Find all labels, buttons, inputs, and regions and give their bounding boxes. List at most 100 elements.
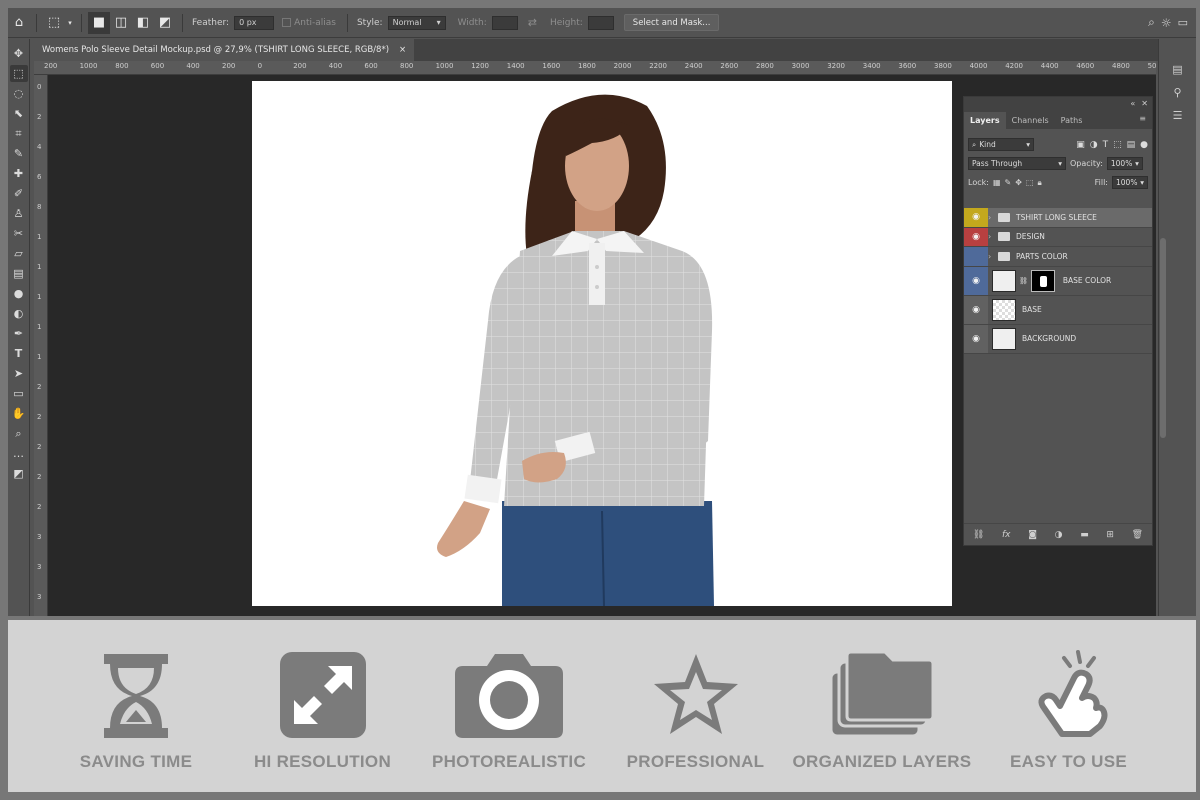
eye-icon[interactable]: ◉ (964, 324, 988, 353)
tab-layers[interactable]: Layers (964, 112, 1006, 129)
search-icon[interactable]: ⌕ (1148, 15, 1155, 30)
path-selection-tool-icon[interactable]: ➤ (10, 365, 28, 382)
hand-tool-icon[interactable]: ✋ (10, 405, 28, 422)
crop-tool-icon[interactable]: ⌗ (10, 125, 28, 142)
gradient-tool-icon[interactable]: ▤ (10, 265, 28, 282)
home-icon[interactable]: ⌂ (8, 12, 30, 34)
eye-icon[interactable]: ◉ (964, 208, 988, 227)
add-selection-icon[interactable]: ◫ (110, 12, 132, 34)
marquee-tool-preset-icon[interactable]: ⬚ (43, 12, 65, 34)
blend-mode-select[interactable]: Pass Through ▾ (968, 157, 1066, 170)
properties-icon[interactable]: ▤ (1172, 63, 1182, 76)
eye-hidden-icon[interactable] (964, 247, 988, 266)
marquee-tool-icon[interactable]: ⬚ (9, 65, 28, 82)
layer-row[interactable]: ◉ BASE (964, 295, 1152, 325)
swap-dimensions-icon[interactable]: ⇄ (528, 16, 537, 29)
width-input[interactable] (491, 15, 518, 30)
link-layers-icon[interactable]: ⛓ (973, 530, 984, 540)
pen-tool-icon[interactable]: ✒ (10, 325, 28, 342)
filter-toggle-icon[interactable]: ● (1140, 140, 1148, 150)
add-mask-icon[interactable]: ◙ (1028, 530, 1037, 540)
fill-input[interactable]: 100% ▾ (1112, 176, 1148, 189)
adjustments-icon[interactable]: ☰ (1173, 109, 1183, 122)
shape-filter-icon[interactable]: ⬚ (1113, 140, 1122, 150)
brush-tool-icon[interactable]: ✐ (10, 185, 28, 202)
close-icon[interactable]: ✕ (1141, 99, 1148, 108)
folder-icon (998, 212, 1010, 222)
new-layer-icon[interactable]: ⊞ (1106, 530, 1114, 540)
new-selection-icon[interactable]: ■ (88, 11, 110, 34)
eraser-tool-icon[interactable]: ▱ (10, 245, 28, 262)
document-tab[interactable]: Womens Polo Sleeve Detail Mockup.psd @ 2… (34, 39, 415, 61)
collapse-icon[interactable]: « (1130, 99, 1135, 108)
color-swatches-icon[interactable]: ◩ (10, 465, 28, 482)
document-canvas[interactable] (252, 81, 952, 606)
layer-row[interactable]: ◉ › TSHIRT LONG SLEECE (964, 208, 1152, 228)
adjustment-layer-icon[interactable]: ◑ (1055, 530, 1063, 540)
object-selection-tool-icon[interactable]: ⬉ (10, 105, 28, 122)
panel-menu-icon[interactable]: ≡ (1133, 110, 1152, 129)
eyedropper-tool-icon[interactable]: ✎ (10, 145, 28, 162)
opacity-label: Opacity: (1070, 159, 1103, 168)
style-value: Normal (392, 18, 422, 27)
vertical-scrollbar[interactable] (1160, 238, 1166, 438)
tab-channels[interactable]: Channels (1006, 112, 1055, 129)
lock-all-icon[interactable]: 🔒︎ (1037, 178, 1041, 188)
brightness-icon[interactable]: ☼ (1161, 16, 1172, 30)
layer-mask-thumbnail[interactable] (1030, 269, 1055, 292)
lock-position-icon[interactable]: ✥ (1015, 178, 1022, 187)
layer-row[interactable]: ◉ › DESIGN (964, 227, 1152, 247)
type-tool-icon[interactable]: T (10, 345, 28, 362)
filter-kind-select[interactable]: ⌕ Kind ▾ (968, 138, 1034, 151)
feather-input[interactable]: 0 px (234, 15, 275, 30)
layer-thumbnail (992, 327, 1016, 350)
chevron-down-icon: ▾ (436, 18, 441, 27)
opacity-input[interactable]: 100% ▾ (1106, 157, 1143, 170)
eye-icon[interactable]: ◉ (964, 295, 988, 324)
fx-icon[interactable]: fx (1002, 530, 1011, 540)
close-icon[interactable]: × (399, 45, 406, 55)
tap-hand-icon (1024, 650, 1114, 740)
mask-link-icon[interactable]: ⛓ (1019, 277, 1028, 285)
lock-transparent-icon[interactable]: ▦ (993, 178, 1001, 187)
lasso-tool-icon[interactable]: ◌ (10, 85, 28, 102)
move-tool-icon[interactable]: ✥ (10, 45, 28, 62)
smart-object-filter-icon[interactable]: ▤ (1127, 140, 1136, 150)
zoom-tool-icon[interactable]: ⌕ (10, 425, 28, 442)
eye-icon[interactable]: ◉ (964, 266, 988, 295)
clone-stamp-tool-icon[interactable]: ♙ (10, 205, 28, 222)
eye-icon[interactable]: ◉ (964, 227, 988, 246)
dodge-tool-icon[interactable]: ◐ (10, 305, 28, 322)
intersect-selection-icon[interactable]: ◩ (154, 12, 176, 34)
type-filter-icon[interactable]: T (1103, 140, 1109, 150)
lock-image-icon[interactable]: ✎ (1005, 178, 1012, 187)
layer-row[interactable]: ◉ ⛓ BASE COLOR (964, 266, 1152, 296)
chevron-down-icon[interactable]: ▾ (65, 12, 75, 34)
subtract-selection-icon[interactable]: ◧ (132, 12, 154, 34)
workspace-icon[interactable]: ▭ (1178, 16, 1188, 29)
antialias-checkbox[interactable] (282, 18, 292, 27)
delete-layer-icon[interactable]: 🗑︎ (1132, 530, 1143, 540)
lock-artboard-icon[interactable]: ⬚ (1026, 178, 1034, 187)
ruler-tick-label: 3 (37, 563, 42, 571)
style-select[interactable]: Normal ▾ (387, 15, 446, 30)
stamp-icon[interactable]: ⚲ (1173, 86, 1181, 99)
height-input[interactable] (587, 15, 614, 30)
blur-tool-icon[interactable]: ● (10, 285, 28, 302)
adjustment-filter-icon[interactable]: ◑ (1090, 140, 1098, 150)
more-tools-icon[interactable]: … (10, 445, 28, 462)
ruler-tick-label: 2 (37, 383, 42, 391)
healing-brush-tool-icon[interactable]: ✚ (10, 165, 28, 182)
chevron-right-icon[interactable]: › (988, 232, 998, 241)
layer-row[interactable]: ◉ BACKGROUND (964, 324, 1152, 354)
tab-paths[interactable]: Paths (1055, 112, 1089, 129)
new-group-icon[interactable]: ▬ (1080, 530, 1089, 540)
pixel-filter-icon[interactable]: ▣ (1076, 140, 1085, 150)
chevron-right-icon[interactable]: › (988, 252, 998, 261)
ruler-tick-label: 1 (37, 293, 42, 301)
chevron-right-icon[interactable]: › (988, 213, 998, 222)
select-and-mask-button[interactable]: Select and Mask... (623, 14, 720, 31)
layer-row[interactable]: › PARTS COLOR (964, 247, 1152, 267)
history-brush-tool-icon[interactable]: ✂ (10, 225, 28, 242)
rectangle-tool-icon[interactable]: ▭ (10, 385, 28, 402)
